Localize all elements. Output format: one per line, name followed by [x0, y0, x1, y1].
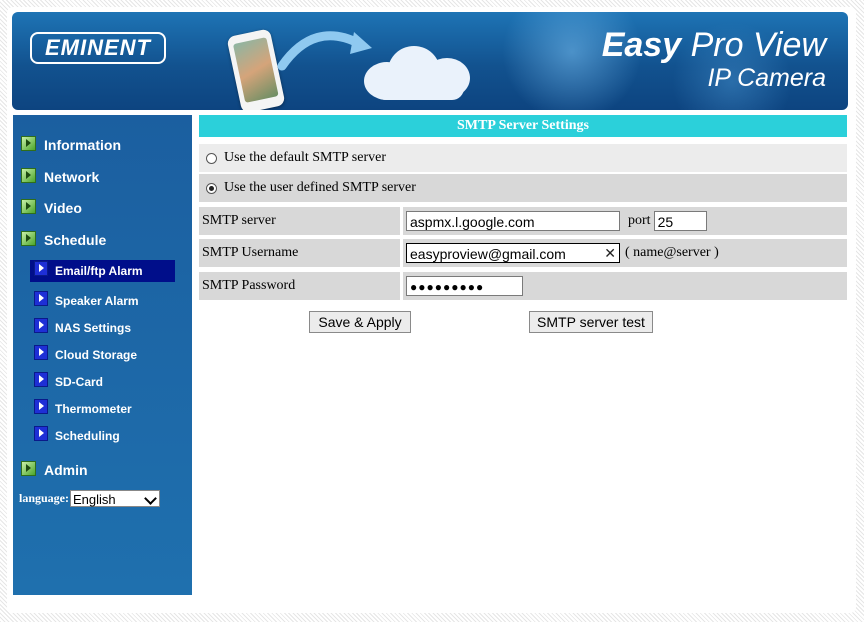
sidebar-item-nas-settings[interactable]: NAS Settings	[30, 317, 175, 339]
sidebar-item-label: Schedule	[44, 232, 107, 248]
default-smtp-label: Use the default SMTP server	[224, 150, 386, 165]
default-smtp-option[interactable]: Use the default SMTP server	[199, 144, 847, 172]
sidebar-item-sd-card[interactable]: SD-Card	[30, 371, 175, 393]
sidebar-item-label: Email/ftp Alarm	[55, 264, 143, 278]
sidebar-item-label: SD-Card	[55, 375, 104, 389]
smtp-username-label: SMTP Username	[199, 239, 400, 267]
brand-title: Easy Pro View	[601, 26, 826, 64]
play-icon	[34, 425, 48, 441]
eminent-logo: EMINENT	[30, 32, 166, 64]
sidebar-item-schedule[interactable]: Schedule	[21, 230, 106, 250]
smtp-username-input[interactable]: easyproview@gmail.com ✕	[406, 243, 620, 263]
section-title: SMTP Server Settings	[199, 115, 847, 137]
sidebar-item-label: Information	[44, 137, 121, 153]
sidebar-item-label: Thermometer	[55, 402, 132, 416]
smtp-username-value: easyproview@gmail.com	[410, 246, 566, 262]
language-value: English	[73, 492, 116, 507]
smtp-test-button[interactable]: SMTP server test	[529, 311, 653, 333]
sidebar-item-label: NAS Settings	[55, 321, 132, 335]
smtp-password-cell: ●●●●●●●●●	[403, 272, 847, 300]
play-icon	[34, 260, 48, 276]
smtp-password-input[interactable]: ●●●●●●●●●	[406, 276, 523, 296]
arrow-right-icon	[21, 167, 36, 183]
smtp-password-label: SMTP Password	[199, 272, 400, 300]
sidebar-item-label: Speaker Alarm	[55, 294, 139, 308]
user-smtp-radio[interactable]	[206, 182, 217, 194]
sidebar-item-label: Cloud Storage	[55, 348, 138, 362]
sidebar-item-speaker-alarm[interactable]: Speaker Alarm	[30, 290, 175, 312]
arrow-right-icon	[21, 230, 36, 246]
arrow-right-icon	[21, 135, 36, 151]
smtp-server-cell: aspmx.l.google.com port 25	[403, 207, 847, 235]
sidebar-item-video[interactable]: Video	[21, 198, 82, 218]
sidebar-item-label: Scheduling	[55, 429, 120, 443]
sidebar-item-information[interactable]: Information	[21, 135, 121, 155]
clear-icon[interactable]: ✕	[604, 244, 616, 262]
sidebar-item-email-ftp-alarm[interactable]: Email/ftp Alarm	[30, 260, 175, 282]
phone-photo	[232, 37, 279, 103]
save-apply-button[interactable]: Save & Apply	[309, 311, 411, 333]
sidebar-item-label: Admin	[44, 462, 88, 478]
sidebar: Information Network Video Schedule Email…	[13, 115, 192, 595]
play-icon	[34, 290, 48, 306]
default-smtp-radio[interactable]	[206, 152, 217, 164]
arrow-right-icon	[21, 198, 36, 214]
smtp-server-input[interactable]: aspmx.l.google.com	[406, 211, 620, 231]
smtp-server-label: SMTP server	[199, 207, 400, 235]
user-smtp-label: Use the user defined SMTP server	[224, 180, 416, 195]
sidebar-item-label: Network	[44, 169, 100, 185]
sidebar-item-thermometer[interactable]: Thermometer	[30, 398, 175, 420]
chevron-down-icon	[144, 492, 157, 505]
header-banner: EMINENT Easy Pro View IP Camera	[12, 12, 848, 110]
sidebar-item-network[interactable]: Network	[21, 167, 99, 187]
play-icon	[34, 344, 48, 360]
sidebar-item-label: Video	[44, 200, 82, 216]
port-input[interactable]: 25	[653, 211, 707, 231]
user-smtp-option[interactable]: Use the user defined SMTP server	[199, 174, 847, 202]
language-selector: language: English	[19, 490, 161, 507]
arrow-right-icon	[21, 460, 36, 476]
smtp-username-cell: easyproview@gmail.com ✕ ( name@server )	[403, 239, 847, 267]
sidebar-item-scheduling[interactable]: Scheduling	[30, 425, 175, 447]
play-icon	[34, 398, 48, 414]
port-label: port	[628, 213, 651, 228]
play-icon	[34, 371, 48, 387]
cloud-icon	[354, 40, 472, 100]
language-select[interactable]: English	[70, 490, 161, 507]
username-hint: ( name@server )	[625, 245, 719, 260]
sidebar-item-admin[interactable]: Admin	[21, 460, 88, 480]
language-label: language:	[19, 491, 70, 505]
brand-subtitle: IP Camera	[707, 64, 826, 92]
play-icon	[34, 317, 48, 333]
sidebar-item-cloud-storage[interactable]: Cloud Storage	[30, 344, 175, 366]
